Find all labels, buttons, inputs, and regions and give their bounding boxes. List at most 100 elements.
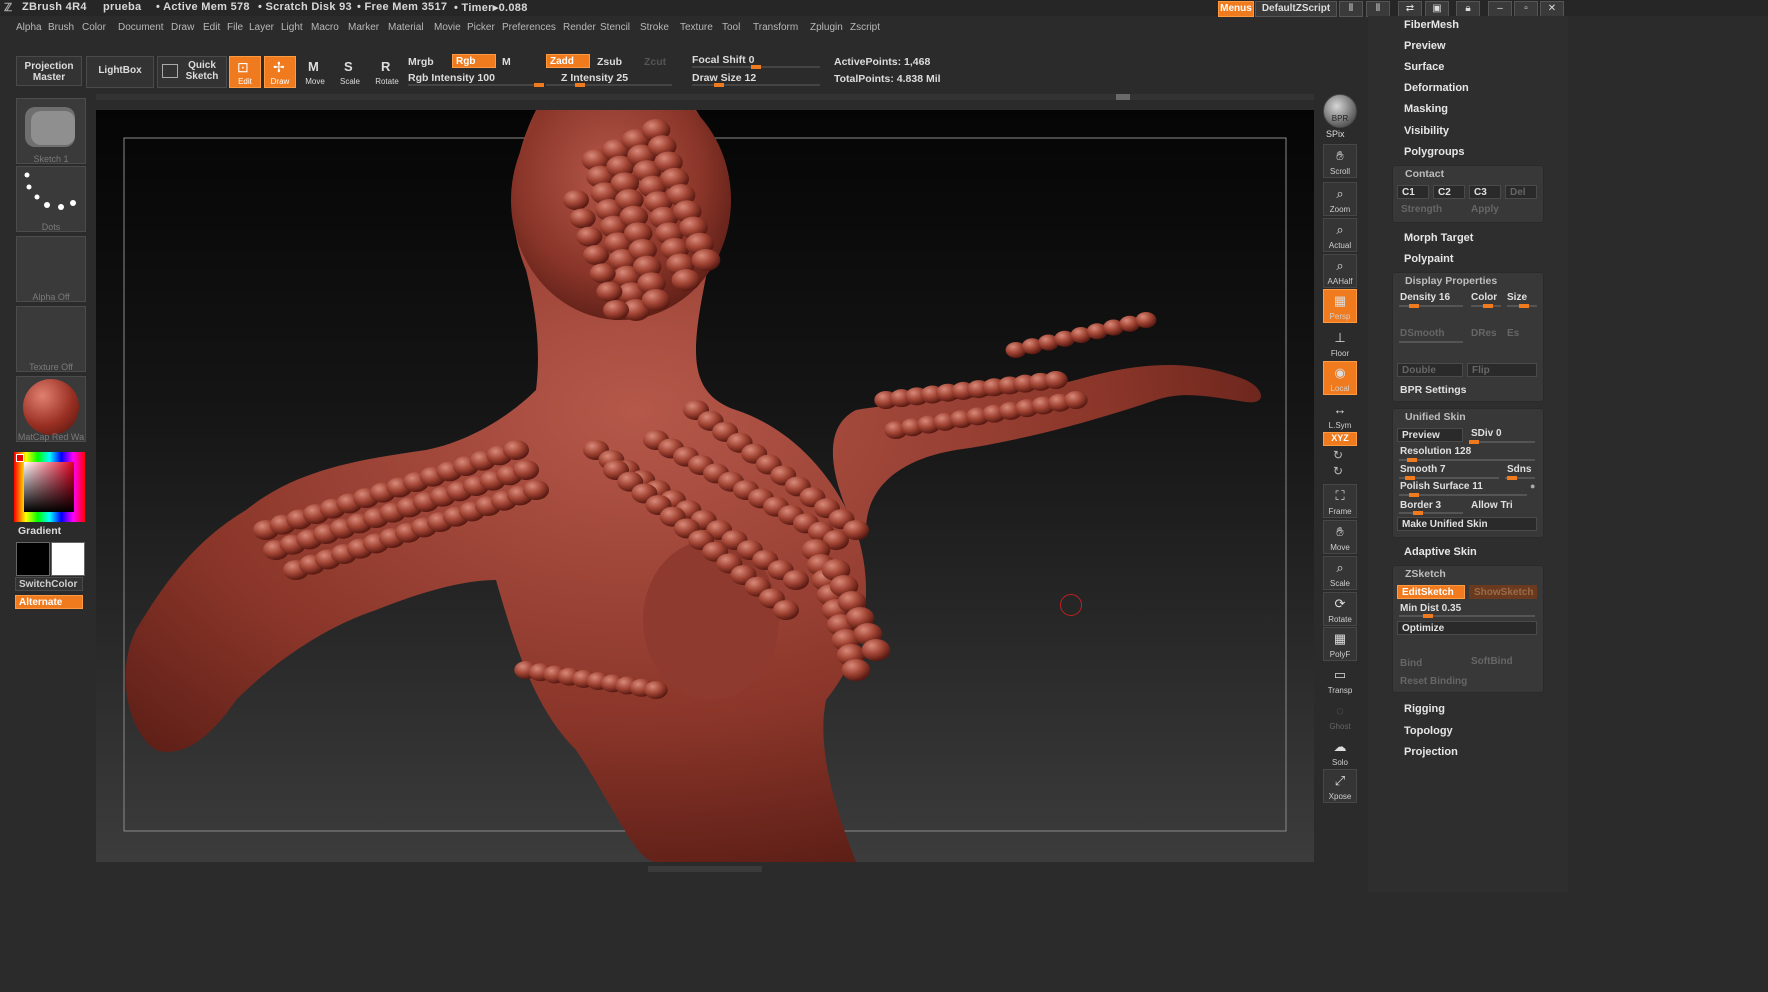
lock-icon[interactable]: 🔒︎ <box>1456 1 1480 17</box>
smooth-slider[interactable]: Smooth 7 <box>1400 464 1446 475</box>
resolution-slider[interactable]: Resolution 128 <box>1400 446 1471 457</box>
c2-button[interactable]: C2 <box>1433 185 1465 199</box>
aahalf-button[interactable]: ⌕ AAHalf <box>1323 254 1357 288</box>
alpha-thumbnail[interactable]: Alpha Off <box>16 236 86 302</box>
unified-preview-button[interactable]: Preview <box>1397 428 1463 442</box>
rigging-menu[interactable]: Rigging <box>1404 703 1445 715</box>
lightbox-button[interactable]: LightBox <box>86 56 154 88</box>
morph-target-menu[interactable]: Morph Target <box>1404 232 1473 244</box>
menu-item-macro[interactable]: Macro <box>311 22 339 33</box>
deformation-menu[interactable]: Deformation <box>1404 82 1469 94</box>
dsmooth-slider[interactable]: DSmooth <box>1400 328 1444 339</box>
adaptive-skin-menu[interactable]: Adaptive Skin <box>1404 546 1477 558</box>
optimize-button[interactable]: Optimize <box>1397 621 1537 635</box>
menu-item-light[interactable]: Light <box>281 22 303 33</box>
local-button[interactable]: ◉ Local <box>1323 361 1357 395</box>
rotate-y-icon[interactable]: ↻ <box>1333 448 1343 462</box>
show-sketch-button[interactable]: ShowSketch <box>1469 585 1537 599</box>
reset-binding-button[interactable]: Reset Binding <box>1400 676 1467 687</box>
display-size-slider[interactable]: Size <box>1507 292 1527 303</box>
softbind-slider[interactable]: SoftBind <box>1471 656 1513 667</box>
rgb-intensity-slider[interactable] <box>408 83 544 87</box>
rotate-z-icon[interactable]: ↻ <box>1333 464 1343 478</box>
polyf-button[interactable]: ▦ PolyF <box>1323 627 1357 661</box>
zsketch-title[interactable]: ZSketch <box>1405 568 1446 580</box>
rotate-button[interactable]: R Rotate <box>369 56 405 88</box>
display-properties-title[interactable]: Display Properties <box>1405 275 1497 287</box>
color-picker[interactable] <box>14 452 85 522</box>
draw-button[interactable]: ✢ Draw <box>264 56 296 88</box>
menu-item-texture[interactable]: Texture <box>680 22 713 33</box>
menu-item-picker[interactable]: Picker <box>467 22 495 33</box>
secondary-color-swatch[interactable] <box>16 542 50 576</box>
ghost-button[interactable]: ◌ Ghost <box>1323 699 1357 733</box>
contact-title[interactable]: Contact <box>1405 168 1444 180</box>
frame-button[interactable]: ⛶ Frame <box>1323 484 1357 518</box>
minimize-icon[interactable]: – <box>1488 1 1512 17</box>
bottom-shelf-toggle[interactable] <box>648 866 762 872</box>
layout-right-icon[interactable]: ⫴ <box>1366 1 1390 17</box>
zoom-button[interactable]: ⌕ Zoom <box>1323 182 1357 216</box>
xpose-button[interactable]: ⤢ Xpose <box>1323 769 1357 803</box>
menu-item-draw[interactable]: Draw <box>171 22 194 33</box>
menu-item-color[interactable]: Color <box>82 22 106 33</box>
primary-color-swatch[interactable] <box>51 542 85 576</box>
floor-button[interactable]: ⊥ Floor <box>1323 326 1357 360</box>
density-slider[interactable]: Density 16 <box>1400 292 1450 303</box>
zsub-button[interactable]: Zsub <box>597 56 622 68</box>
menu-item-edit[interactable]: Edit <box>203 22 220 33</box>
menu-item-movie[interactable]: Movie <box>434 22 461 33</box>
polish-dot-icon[interactable]: ● <box>1530 481 1535 491</box>
menu-item-brush[interactable]: Brush <box>48 22 74 33</box>
del-button[interactable]: Del <box>1505 185 1537 199</box>
m-button[interactable]: M <box>502 56 511 68</box>
border-slider[interactable]: Border 3 <box>1400 500 1441 511</box>
min-dist-slider[interactable]: Min Dist 0.35 <box>1400 603 1461 614</box>
stroke-thumbnail[interactable]: Dots <box>16 166 86 232</box>
solo-button[interactable]: ☁︎ Solo <box>1323 735 1357 769</box>
bind-button[interactable]: Bind <box>1400 658 1422 669</box>
menu-item-transform[interactable]: Transform <box>753 22 798 33</box>
fibermesh-menu[interactable]: FiberMesh <box>1404 19 1459 31</box>
sketch-thumbnail[interactable]: Sketch 1 <box>16 98 86 164</box>
quick-sketch-button[interactable]: Quick Sketch <box>157 56 227 88</box>
material-thumbnail[interactable]: MatCap Red Wa <box>16 376 86 442</box>
projection-master-button[interactable]: Projection Master <box>16 56 82 86</box>
polygroups-menu[interactable]: Polygroups <box>1404 146 1465 158</box>
polish-surface-slider[interactable]: Polish Surface 11 <box>1400 481 1483 492</box>
layout-panel-icon[interactable]: ▣ <box>1425 1 1449 17</box>
c3-button[interactable]: C3 <box>1469 185 1501 199</box>
zadd-button[interactable]: Zadd <box>546 54 590 68</box>
topology-menu[interactable]: Topology <box>1404 725 1453 737</box>
bpr-settings-menu[interactable]: BPR Settings <box>1400 384 1467 396</box>
menu-item-render[interactable]: Render <box>563 22 596 33</box>
transp-button[interactable]: ▭ Transp <box>1323 663 1357 697</box>
rotate-view-button[interactable]: ⟳ Rotate <box>1323 592 1357 626</box>
canvas-viewport[interactable] <box>96 110 1314 862</box>
texture-thumbnail[interactable]: Texture Off <box>16 306 86 372</box>
menu-item-tool[interactable]: Tool <box>722 22 740 33</box>
move-view-button[interactable]: ✋︎ Move <box>1323 520 1357 554</box>
menu-item-stroke[interactable]: Stroke <box>640 22 669 33</box>
visibility-menu[interactable]: Visibility <box>1404 125 1449 137</box>
xyz-button[interactable]: XYZ <box>1323 432 1357 446</box>
alternate-button[interactable]: Alternate <box>15 595 83 609</box>
spix-label[interactable]: SPix <box>1326 129 1345 139</box>
scroll-handle[interactable] <box>1116 94 1130 100</box>
default-zscript-button[interactable]: DefaultZScript <box>1255 1 1337 17</box>
color-picker-square[interactable] <box>24 462 74 512</box>
lsym-button[interactable]: ↔ L.Sym <box>1323 398 1357 432</box>
horizontal-scrollbar[interactable] <box>96 94 1314 100</box>
dres-slider[interactable]: DRes <box>1471 328 1497 339</box>
c1-button[interactable]: C1 <box>1397 185 1429 199</box>
menu-item-material[interactable]: Material <box>388 22 424 33</box>
scale-view-button[interactable]: ⌕ Scale <box>1323 556 1357 590</box>
menu-item-file[interactable]: File <box>227 22 243 33</box>
focal-shift-slider[interactable] <box>692 65 820 69</box>
z-intensity-slider[interactable] <box>546 83 672 87</box>
unified-skin-title[interactable]: Unified Skin <box>1405 411 1466 423</box>
allow-tri-button[interactable]: Allow Tri <box>1471 500 1513 511</box>
apply-button[interactable]: Apply <box>1467 203 1537 217</box>
menu-item-stencil[interactable]: Stencil <box>600 22 630 33</box>
zcut-button[interactable]: Zcut <box>644 56 666 68</box>
